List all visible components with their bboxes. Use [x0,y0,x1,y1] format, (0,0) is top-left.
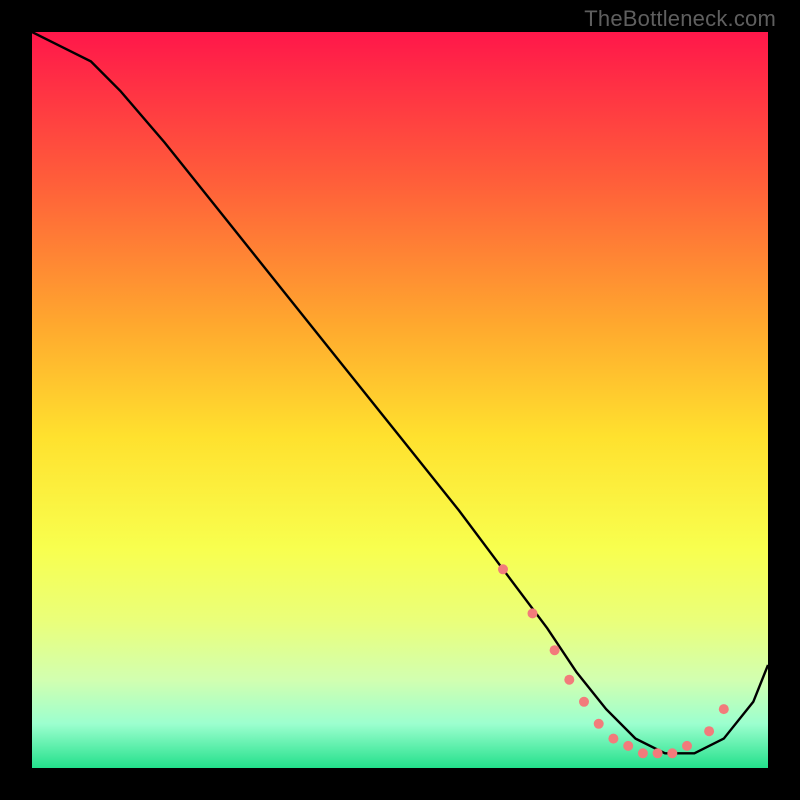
chart-frame: TheBottleneck.com [0,0,800,800]
highlight-dot [550,645,560,655]
highlight-dot [594,719,604,729]
highlight-dot [528,608,538,618]
highlight-dot [498,564,508,574]
highlight-dot [638,748,648,758]
highlight-dot [719,704,729,714]
gradient-background [32,32,768,768]
highlight-dot [653,748,663,758]
plot-area [32,32,768,768]
highlight-dot [579,697,589,707]
highlight-dot [623,741,633,751]
highlight-dot [682,741,692,751]
highlight-dot [608,734,618,744]
highlight-dot [704,726,714,736]
chart-svg [32,32,768,768]
highlight-dot [564,675,574,685]
highlight-dot [667,748,677,758]
watermark-label: TheBottleneck.com [584,6,776,32]
